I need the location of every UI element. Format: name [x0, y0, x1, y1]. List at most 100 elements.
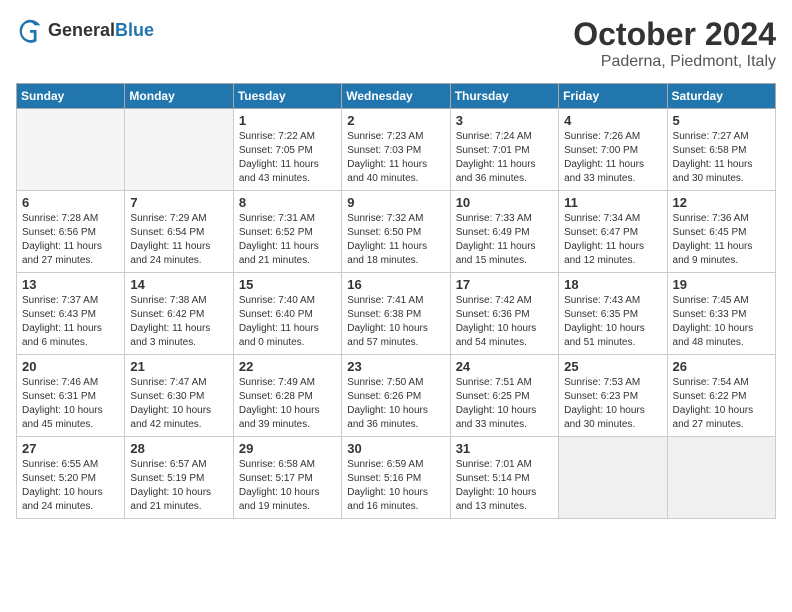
- calendar-cell: [559, 437, 667, 519]
- logo-icon: [16, 16, 44, 44]
- day-info: Sunrise: 7:32 AM Sunset: 6:50 PM Dayligh…: [347, 212, 444, 268]
- day-number: 14: [130, 277, 227, 292]
- calendar-cell: 26 Sunrise: 7:54 AM Sunset: 6:22 PM Dayli…: [667, 355, 775, 437]
- day-info: Sunrise: 7:40 AM Sunset: 6:40 PM Dayligh…: [239, 294, 336, 350]
- day-info: Sunrise: 7:49 AM Sunset: 6:28 PM Dayligh…: [239, 376, 336, 432]
- day-number: 27: [22, 441, 119, 456]
- calendar-cell: 29 Sunrise: 6:58 AM Sunset: 5:17 PM Dayli…: [233, 437, 341, 519]
- day-number: 5: [673, 113, 770, 128]
- day-number: 28: [130, 441, 227, 456]
- calendar-cell: [125, 109, 233, 191]
- calendar-cell: [17, 109, 125, 191]
- day-number: 17: [456, 277, 553, 292]
- day-info: Sunrise: 7:01 AM Sunset: 5:14 PM Dayligh…: [456, 458, 553, 514]
- calendar-cell: 12 Sunrise: 7:36 AM Sunset: 6:45 PM Dayli…: [667, 191, 775, 273]
- day-info: Sunrise: 7:47 AM Sunset: 6:30 PM Dayligh…: [130, 376, 227, 432]
- day-number: 10: [456, 195, 553, 210]
- calendar-cell: 13 Sunrise: 7:37 AM Sunset: 6:43 PM Dayli…: [17, 273, 125, 355]
- day-number: 19: [673, 277, 770, 292]
- calendar-cell: 17 Sunrise: 7:42 AM Sunset: 6:36 PM Dayli…: [450, 273, 558, 355]
- day-number: 23: [347, 359, 444, 374]
- weekday-header: Sunday: [17, 84, 125, 109]
- weekday-header: Monday: [125, 84, 233, 109]
- day-number: 26: [673, 359, 770, 374]
- day-info: Sunrise: 7:51 AM Sunset: 6:25 PM Dayligh…: [456, 376, 553, 432]
- day-info: Sunrise: 7:23 AM Sunset: 7:03 PM Dayligh…: [347, 130, 444, 186]
- day-info: Sunrise: 7:34 AM Sunset: 6:47 PM Dayligh…: [564, 212, 661, 268]
- calendar-cell: 19 Sunrise: 7:45 AM Sunset: 6:33 PM Dayli…: [667, 273, 775, 355]
- day-info: Sunrise: 7:24 AM Sunset: 7:01 PM Dayligh…: [456, 130, 553, 186]
- day-number: 24: [456, 359, 553, 374]
- calendar-cell: 7Sunrise: 7:29 AM Sunset: 6:54 PM Daylig…: [125, 191, 233, 273]
- calendar-cell: 1 Sunrise: 7:22 AM Sunset: 7:05 PM Daylig…: [233, 109, 341, 191]
- day-number: 8: [239, 195, 336, 210]
- page-header: GeneralBlue October 2024 Paderna, Piedmo…: [16, 16, 776, 71]
- calendar-cell: 23 Sunrise: 7:50 AM Sunset: 6:26 PM Dayli…: [342, 355, 450, 437]
- day-info: Sunrise: 6:58 AM Sunset: 5:17 PM Dayligh…: [239, 458, 336, 514]
- day-info: Sunrise: 7:22 AM Sunset: 7:05 PM Dayligh…: [239, 130, 336, 186]
- day-number: 16: [347, 277, 444, 292]
- day-info: Sunrise: 6:59 AM Sunset: 5:16 PM Dayligh…: [347, 458, 444, 514]
- day-number: 20: [22, 359, 119, 374]
- day-number: 15: [239, 277, 336, 292]
- calendar-week-row: 27Sunrise: 6:55 AM Sunset: 5:20 PM Dayli…: [17, 437, 776, 519]
- calendar-week-row: 20Sunrise: 7:46 AM Sunset: 6:31 PM Dayli…: [17, 355, 776, 437]
- calendar-cell: 20Sunrise: 7:46 AM Sunset: 6:31 PM Dayli…: [17, 355, 125, 437]
- day-info: Sunrise: 7:36 AM Sunset: 6:45 PM Dayligh…: [673, 212, 770, 268]
- calendar-cell: 6Sunrise: 7:28 AM Sunset: 6:56 PM Daylig…: [17, 191, 125, 273]
- weekday-header: Wednesday: [342, 84, 450, 109]
- day-info: Sunrise: 7:29 AM Sunset: 6:54 PM Dayligh…: [130, 212, 227, 268]
- day-info: Sunrise: 7:45 AM Sunset: 6:33 PM Dayligh…: [673, 294, 770, 350]
- day-info: Sunrise: 7:27 AM Sunset: 6:58 PM Dayligh…: [673, 130, 770, 186]
- calendar-cell: 4Sunrise: 7:26 AM Sunset: 7:00 PM Daylig…: [559, 109, 667, 191]
- title-block: October 2024 Paderna, Piedmont, Italy: [573, 16, 776, 71]
- weekday-header: Thursday: [450, 84, 558, 109]
- day-info: Sunrise: 7:26 AM Sunset: 7:00 PM Dayligh…: [564, 130, 661, 186]
- calendar-cell: 16 Sunrise: 7:41 AM Sunset: 6:38 PM Dayli…: [342, 273, 450, 355]
- calendar-cell: 9 Sunrise: 7:32 AM Sunset: 6:50 PM Daylig…: [342, 191, 450, 273]
- day-number: 30: [347, 441, 444, 456]
- day-number: 3: [456, 113, 553, 128]
- calendar-cell: 21 Sunrise: 7:47 AM Sunset: 6:30 PM Dayli…: [125, 355, 233, 437]
- day-info: Sunrise: 7:41 AM Sunset: 6:38 PM Dayligh…: [347, 294, 444, 350]
- day-number: 12: [673, 195, 770, 210]
- day-info: Sunrise: 7:37 AM Sunset: 6:43 PM Dayligh…: [22, 294, 119, 350]
- day-number: 21: [130, 359, 227, 374]
- weekday-header: Friday: [559, 84, 667, 109]
- calendar-cell: [667, 437, 775, 519]
- weekday-header: Tuesday: [233, 84, 341, 109]
- day-number: 6: [22, 195, 119, 210]
- day-number: 11: [564, 195, 661, 210]
- day-number: 31: [456, 441, 553, 456]
- calendar-cell: 5 Sunrise: 7:27 AM Sunset: 6:58 PM Daylig…: [667, 109, 775, 191]
- calendar-week-row: 1 Sunrise: 7:22 AM Sunset: 7:05 PM Daylig…: [17, 109, 776, 191]
- calendar-cell: 27Sunrise: 6:55 AM Sunset: 5:20 PM Dayli…: [17, 437, 125, 519]
- month-title: October 2024: [573, 16, 776, 53]
- day-number: 9: [347, 195, 444, 210]
- day-number: 29: [239, 441, 336, 456]
- calendar-cell: 3 Sunrise: 7:24 AM Sunset: 7:01 PM Daylig…: [450, 109, 558, 191]
- calendar-cell: 15 Sunrise: 7:40 AM Sunset: 6:40 PM Dayli…: [233, 273, 341, 355]
- day-info: Sunrise: 7:53 AM Sunset: 6:23 PM Dayligh…: [564, 376, 661, 432]
- day-info: Sunrise: 7:42 AM Sunset: 6:36 PM Dayligh…: [456, 294, 553, 350]
- day-info: Sunrise: 7:31 AM Sunset: 6:52 PM Dayligh…: [239, 212, 336, 268]
- calendar-cell: 28 Sunrise: 6:57 AM Sunset: 5:19 PM Dayli…: [125, 437, 233, 519]
- day-info: Sunrise: 7:50 AM Sunset: 6:26 PM Dayligh…: [347, 376, 444, 432]
- day-number: 13: [22, 277, 119, 292]
- day-number: 1: [239, 113, 336, 128]
- day-info: Sunrise: 7:54 AM Sunset: 6:22 PM Dayligh…: [673, 376, 770, 432]
- day-info: Sunrise: 6:57 AM Sunset: 5:19 PM Dayligh…: [130, 458, 227, 514]
- logo: GeneralBlue: [16, 16, 154, 44]
- weekday-header-row: SundayMondayTuesdayWednesdayThursdayFrid…: [17, 84, 776, 109]
- weekday-header: Saturday: [667, 84, 775, 109]
- calendar-cell: 30 Sunrise: 6:59 AM Sunset: 5:16 PM Dayli…: [342, 437, 450, 519]
- calendar-cell: 31 Sunrise: 7:01 AM Sunset: 5:14 PM Dayli…: [450, 437, 558, 519]
- day-number: 25: [564, 359, 661, 374]
- location-title: Paderna, Piedmont, Italy: [573, 53, 776, 71]
- day-info: Sunrise: 7:33 AM Sunset: 6:49 PM Dayligh…: [456, 212, 553, 268]
- calendar-cell: 2Sunrise: 7:23 AM Sunset: 7:03 PM Daylig…: [342, 109, 450, 191]
- calendar-cell: 14 Sunrise: 7:38 AM Sunset: 6:42 PM Dayli…: [125, 273, 233, 355]
- day-info: Sunrise: 7:38 AM Sunset: 6:42 PM Dayligh…: [130, 294, 227, 350]
- calendar-week-row: 13 Sunrise: 7:37 AM Sunset: 6:43 PM Dayli…: [17, 273, 776, 355]
- day-number: 18: [564, 277, 661, 292]
